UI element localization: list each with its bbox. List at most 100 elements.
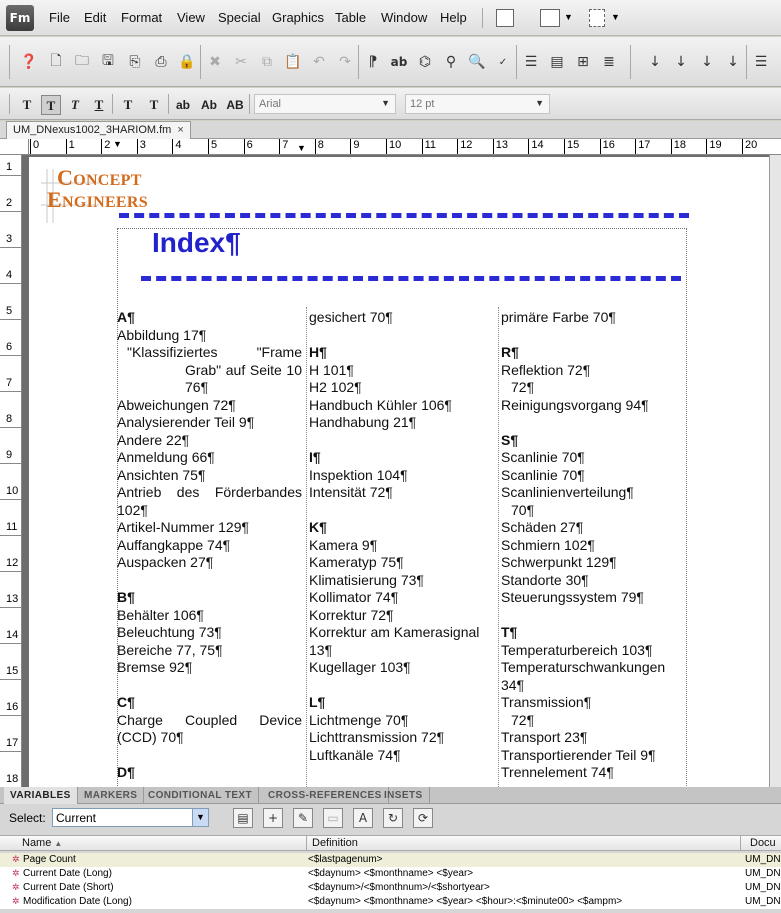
- column-header-document[interactable]: Docu: [750, 837, 776, 849]
- spelling-ab-icon[interactable]: ab: [388, 51, 410, 73]
- index-letter-heading[interactable]: S¶: [501, 432, 683, 450]
- index-entry[interactable]: gesichert 70¶: [309, 309, 495, 327]
- lock-icon[interactable]: 🔒: [176, 51, 198, 73]
- chevron-down-icon[interactable]: ▼: [564, 12, 573, 22]
- page-layout-icon[interactable]: ▤: [546, 51, 568, 73]
- column-header-name[interactable]: Name ▲: [22, 837, 62, 849]
- index-entry[interactable]: Reflektion 72¶: [501, 362, 683, 380]
- arrow-down-icon[interactable]: ↓: [696, 51, 718, 73]
- table-row[interactable]: ✲ Page Count <$lastpagenum> UM_DN: [0, 853, 781, 867]
- index-entry[interactable]: H2 102¶: [309, 379, 495, 397]
- index-entry[interactable]: Trennelement 74¶: [501, 764, 683, 782]
- index-entry[interactable]: 13¶: [309, 642, 495, 660]
- menu-special[interactable]: Special: [218, 10, 261, 25]
- tab-cross-references[interactable]: CROSS-REFERENCES: [262, 787, 389, 804]
- arrow-down-icon[interactable]: ↓: [722, 51, 744, 73]
- index-letter-heading[interactable]: B¶: [117, 589, 302, 607]
- index-entry[interactable]: [309, 677, 495, 695]
- index-column-3[interactable]: primäre Farbe 70¶ R¶ Reflektion 72¶ 72¶ Rein…: [501, 309, 683, 782]
- uppercase-button[interactable]: AB: [223, 95, 247, 115]
- arrow-down-icon[interactable]: ↓: [644, 51, 666, 73]
- underline-button[interactable]: T: [89, 95, 109, 115]
- index-entry[interactable]: Analysierender Teil 9¶: [117, 414, 302, 432]
- add-variable-icon[interactable]: +: [263, 808, 283, 828]
- chevron-down-icon[interactable]: ▼: [611, 12, 620, 22]
- font-family-select[interactable]: Arial ▼: [254, 94, 396, 114]
- index-entry[interactable]: Temperaturbereich 103¶: [501, 642, 683, 660]
- index-entry[interactable]: Inspektion 104¶: [309, 467, 495, 485]
- index-letter-heading[interactable]: C¶: [117, 694, 302, 712]
- print-icon[interactable]: ⎙: [150, 51, 172, 73]
- index-entry[interactable]: 34¶: [501, 677, 683, 695]
- index-entry[interactable]: Kugellager 103¶: [309, 659, 495, 677]
- index-entry[interactable]: Auffangkappe 74¶: [117, 537, 302, 555]
- index-entry[interactable]: Bremse 92¶: [117, 659, 302, 677]
- index-entry[interactable]: 76¶: [117, 379, 302, 397]
- cut-icon[interactable]: ✂: [230, 51, 252, 73]
- index-entry[interactable]: Transportierender Teil 9¶: [501, 747, 683, 765]
- index-entry[interactable]: primäre Farbe 70¶: [501, 309, 683, 327]
- index-entry[interactable]: [309, 432, 495, 450]
- indent-marker-icon[interactable]: ▼: [113, 139, 122, 149]
- index-entry[interactable]: Scanlinie 70¶: [501, 467, 683, 485]
- initial-caps-button[interactable]: Ab: [198, 95, 220, 115]
- index-entry[interactable]: 72¶: [501, 379, 683, 397]
- open-folder-icon[interactable]: 🗀: [71, 51, 93, 73]
- thesaurus-icon[interactable]: ⌬: [414, 51, 436, 73]
- index-entry[interactable]: Kameratyp 75¶: [309, 554, 495, 572]
- index-entry[interactable]: [309, 502, 495, 520]
- align-icon[interactable]: ☰: [520, 51, 542, 73]
- index-entry[interactable]: Kamera 9¶: [309, 537, 495, 555]
- superscript-button[interactable]: T: [117, 95, 139, 115]
- index-entry[interactable]: [501, 607, 683, 625]
- document-tab[interactable]: UM_DNexus1002_3HARIOM.fm ×: [6, 121, 191, 139]
- index-entry[interactable]: Korrektur am Kamerasignal: [309, 624, 495, 642]
- arrow-down-icon[interactable]: ↓: [670, 51, 692, 73]
- index-entry[interactable]: Reinigungsvorgang 94¶: [501, 397, 683, 415]
- index-entry[interactable]: Andere 22¶: [117, 432, 302, 450]
- index-entry[interactable]: Transmission¶: [501, 694, 683, 712]
- index-letter-heading[interactable]: D¶: [117, 764, 302, 782]
- paste-icon[interactable]: 📋: [282, 51, 304, 73]
- index-entry[interactable]: Luftkanäle 74¶: [309, 747, 495, 765]
- subscript-button[interactable]: T: [143, 95, 165, 115]
- index-entry[interactable]: Kollimator 74¶: [309, 589, 495, 607]
- tab-insets[interactable]: INSETS: [378, 787, 430, 804]
- index-entry[interactable]: Handhabung 21¶: [309, 414, 495, 432]
- index-letter-heading[interactable]: I¶: [309, 449, 495, 467]
- index-entry[interactable]: Auspacken 27¶: [117, 554, 302, 572]
- index-entry[interactable]: Schwerpunkt 129¶: [501, 554, 683, 572]
- table-icon[interactable]: ⊞: [572, 51, 594, 73]
- index-entry[interactable]: Lichtmenge 70¶: [309, 712, 495, 730]
- index-entry[interactable]: Handbuch Kühler 106¶: [309, 397, 495, 415]
- delete-icon[interactable]: ✖: [204, 51, 226, 73]
- index-entry[interactable]: [501, 414, 683, 432]
- edit-variable-icon[interactable]: ✎: [293, 808, 313, 828]
- index-entry[interactable]: Anmeldung 66¶: [117, 449, 302, 467]
- horizontal-ruler[interactable]: 0 1 2 3 4 5 6 7 8 9 10 11 12 13 14 15 16 17 18 19 20: [29, 139, 781, 155]
- plain-text-button[interactable]: T: [17, 95, 37, 115]
- tab-stop-icon[interactable]: ▼: [297, 143, 306, 153]
- screen-mode-icon[interactable]: [589, 9, 605, 27]
- index-entry[interactable]: Korrektur 72¶: [309, 607, 495, 625]
- update-icon[interactable]: ↻: [383, 808, 403, 828]
- insert-variable-icon[interactable]: ⁋: [362, 51, 384, 73]
- index-entry[interactable]: Scanlinienverteilung¶: [501, 484, 683, 502]
- menu-format[interactable]: Format: [121, 10, 162, 25]
- table-row[interactable]: ✲ Modification Date (Long) <$daynum> <$mon…: [0, 895, 781, 909]
- index-entry[interactable]: 70¶: [501, 502, 683, 520]
- index-entry[interactable]: Transport 23¶: [501, 729, 683, 747]
- index-entry[interactable]: Klimatisierung 73¶: [309, 572, 495, 590]
- lowercase-button[interactable]: ab: [172, 95, 194, 115]
- spellcheck-icon[interactable]: ✓: [492, 51, 514, 73]
- page-title[interactable]: Index¶: [152, 227, 241, 259]
- index-entry[interactable]: Antrieb des Förderbandes: [117, 484, 302, 502]
- save-icon[interactable]: 🖫: [97, 51, 119, 73]
- index-entry[interactable]: [501, 327, 683, 345]
- index-entry[interactable]: Abweichungen 72¶: [117, 397, 302, 415]
- index-entry[interactable]: Beleuchtung 73¶: [117, 624, 302, 642]
- import-icon[interactable]: ⎘: [124, 51, 146, 73]
- vertical-scrollbar[interactable]: [769, 155, 781, 787]
- index-letter-heading[interactable]: R¶: [501, 344, 683, 362]
- index-entry[interactable]: Scanlinie 70¶: [501, 449, 683, 467]
